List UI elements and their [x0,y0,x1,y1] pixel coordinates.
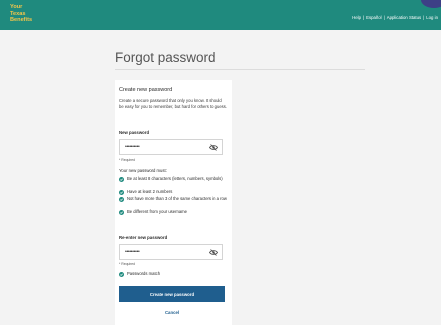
nav-link-log-in[interactable]: Log in [425,15,439,20]
new-password-input[interactable]: •••••••••• [119,139,223,155]
password-rules-heading: Your new password must: [119,168,167,173]
eye-slash-icon[interactable] [209,249,218,256]
confirm-password-input[interactable]: •••••••••• [119,244,223,260]
nav-link-application-status[interactable]: Application Status [386,15,422,20]
check-circle-icon [119,272,124,277]
password-rule: Not have more than 3 of the same charact… [119,196,227,202]
create-password-card: Create new password Create a secure pass… [115,80,232,325]
confirm-password-required-note: * Required [119,262,136,266]
top-nav: Help | Español | Application Status | Log in [351,15,439,20]
confirm-password-label: Re-enter new password [119,235,168,240]
nav-link-espanol[interactable]: Español [365,15,383,20]
check-circle-icon [119,197,124,202]
card-description: Create a secure password that only you k… [119,98,228,110]
check-circle-icon [119,190,124,195]
card-heading: Create new password [119,87,173,93]
check-circle-icon [119,210,124,215]
check-circle-icon [119,177,124,182]
your-texas-benefits-logo[interactable]: Your Texas Benefits [10,4,32,24]
password-rule: Be different from your username [119,209,227,215]
cancel-link[interactable]: Cancel [119,310,225,315]
site-header: Your Texas Benefits Help | Español | Applica… [0,0,441,30]
nav-link-help[interactable]: Help [351,15,362,20]
password-rule: Have at least 2 numbers [119,189,227,195]
new-password-required-note: * Required [119,158,136,162]
new-password-value: •••••••••• [125,144,140,150]
decorative-corner-shape [421,0,441,8]
confirm-password-value: •••••••••• [125,249,140,255]
create-new-password-button[interactable]: Create new password [119,286,225,302]
page-title: Forgot password [115,50,216,65]
title-divider [115,69,365,70]
eye-slash-icon[interactable] [209,144,218,151]
password-rule: Be at least 8 characters (letters, numbe… [119,176,227,182]
new-password-label: New password [119,130,150,135]
passwords-match-status: Passwords match [119,271,227,277]
